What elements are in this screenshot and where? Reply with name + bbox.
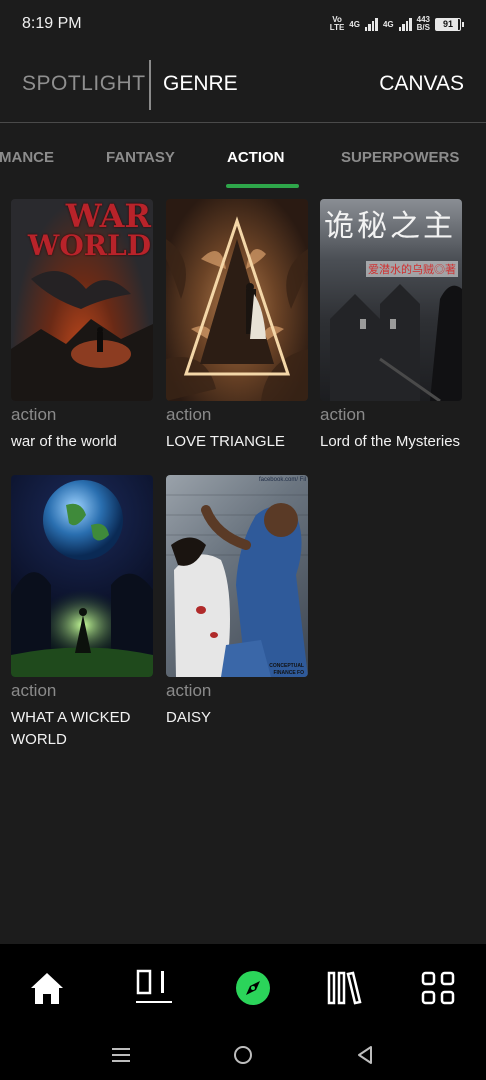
book-genre: action: [320, 405, 366, 424]
book-card[interactable]: action WHAT A WICKED WORLD: [11, 475, 153, 751]
book-title[interactable]: WHAT A WICKED WORLD: [11, 707, 153, 751]
compass-icon[interactable]: [231, 966, 275, 1010]
net-speed: 443 B/S: [416, 15, 430, 32]
book-cover[interactable]: 诡秘之主 爱潜水的乌贼◎著: [320, 199, 462, 401]
tab-canvas[interactable]: CANVAS: [379, 72, 464, 96]
network-type-2: 4G: [382, 19, 394, 29]
signal-icon: [364, 17, 378, 31]
volte-indicator: Vo LTE: [329, 15, 345, 32]
nav-divider: [149, 60, 151, 110]
book-genre: action: [11, 681, 57, 700]
signal-icon-2: [398, 17, 412, 31]
genre-tab-action[interactable]: ACTION: [227, 149, 285, 166]
book-title[interactable]: LOVE TRIANGLE: [166, 431, 308, 453]
battery-icon: 91: [435, 17, 464, 31]
book-card[interactable]: facebook.com/ Fil CONCEPTUAL FINANCE FO …: [166, 475, 308, 729]
back-icon[interactable]: [350, 1040, 380, 1070]
tab-spotlight[interactable]: SPOTLIGHT: [22, 72, 146, 96]
book-genre: action: [166, 681, 212, 700]
genre-tabs: MANCE FANTASY ACTION SUPERPOWERS: [0, 123, 486, 189]
book-title[interactable]: DAISY: [166, 707, 308, 729]
status-indicators: Vo LTE 4G 4G 443 B/S 91: [330, 16, 464, 32]
system-nav-bar: [0, 1030, 486, 1080]
book-cover[interactable]: facebook.com/ Fil CONCEPTUAL FINANCE FO: [166, 475, 308, 677]
home-system-icon[interactable]: [228, 1040, 258, 1070]
book-title[interactable]: Lord of the Mysteries: [320, 431, 462, 453]
top-nav: SPOTLIGHT GENRE CANVAS: [0, 58, 486, 112]
battery-level: 91: [435, 17, 461, 31]
book-title[interactable]: war of the world: [11, 431, 153, 453]
genre-tab-romance[interactable]: MANCE: [0, 149, 54, 166]
status-time: 8:19 PM: [22, 15, 82, 32]
book-genre: action: [11, 405, 57, 424]
book-cover[interactable]: [166, 199, 308, 401]
genre-tab-fantasy[interactable]: FANTASY: [106, 149, 175, 166]
books-icon[interactable]: [322, 966, 366, 1010]
bottom-nav: [0, 944, 486, 1030]
book-card[interactable]: action LOVE TRIANGLE: [166, 199, 308, 453]
status-bar: 8:19 PM Vo LTE 4G 4G 443 B/S 91: [0, 0, 486, 48]
active-tab-indicator: [226, 184, 299, 188]
library-shelf-icon[interactable]: [132, 966, 176, 1010]
book-cover[interactable]: [11, 475, 153, 677]
recents-icon[interactable]: [106, 1040, 136, 1070]
network-type-1: 4G: [349, 19, 360, 29]
book-genre: action: [166, 405, 212, 424]
grid-icon[interactable]: [416, 966, 460, 1010]
genre-tab-superpowers[interactable]: SUPERPOWERS: [341, 149, 459, 166]
book-card[interactable]: 诡秘之主 爱潜水的乌贼◎著 action Lord of the Mysteri…: [320, 199, 462, 453]
home-icon[interactable]: [25, 966, 69, 1010]
book-cover[interactable]: WAR WORLD: [11, 199, 153, 401]
book-card[interactable]: WAR WORLD action war of the world: [11, 199, 153, 453]
tab-genre[interactable]: GENRE: [163, 72, 238, 96]
